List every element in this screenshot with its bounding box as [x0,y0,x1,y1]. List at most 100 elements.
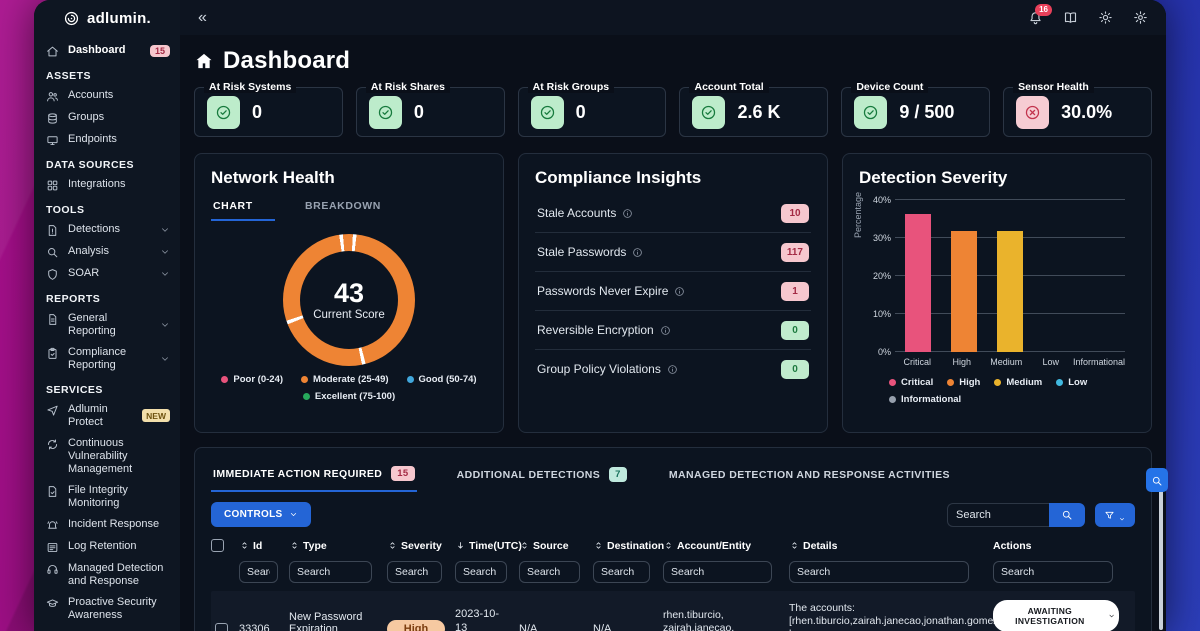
compliance-row-stale-accounts[interactable]: Stale Accounts 10 [535,194,811,233]
column-header-time-utc[interactable]: Time(UTC) [455,540,511,552]
legend-item-critical: Critical [889,377,933,388]
network-health-legend: Poor (0-24)Moderate (25-49)Good (50-74)E… [211,374,487,402]
main-area: « 16 [180,0,1166,631]
x-circle-icon [1016,96,1049,129]
sidebar-item-analysis[interactable]: Analysis [34,241,180,263]
sidebar-item-proactive-security-awareness[interactable]: Proactive Security Awareness [34,592,180,626]
select-all-checkbox[interactable] [211,539,224,552]
cell-details: The accounts: [rhen.tiburcio,zairah.jane… [789,602,985,631]
bars-container [895,200,1125,352]
table-search-group [947,503,1135,527]
tab-additional-detections[interactable]: ADDITIONAL DETECTIONS 7 [455,458,629,492]
knowledge-book-icon[interactable] [1063,10,1078,25]
sidebar-collapse-button[interactable]: « [198,10,207,26]
column-header-details[interactable]: Details [789,540,985,552]
sidebar-item-soar[interactable]: SOAR [34,263,180,285]
column-header-account-entity[interactable]: Account/Entity [663,540,781,552]
legend-dot [303,393,310,400]
column-filter-source[interactable] [519,561,580,583]
sort-icon [387,540,398,551]
table-row: 33306New Password Expiration ViolationHi… [211,591,1135,631]
gradcap-icon [46,597,59,610]
tab-managed-detection-and-response-activities[interactable]: MANAGED DETECTION AND RESPONSE ACTIVITIE… [667,458,952,492]
column-filter-details[interactable] [789,561,969,583]
column-label: Id [253,540,262,552]
current-score-label: Current Score [313,309,385,321]
column-filter-time-utc[interactable] [455,561,507,583]
detections-panel: IMMEDIATE ACTION REQUIRED 15 ADDITIONAL D… [194,447,1152,631]
sidebar-item-endpoints[interactable]: Endpoints [34,129,180,151]
sidebar-nav: Dashboard15ASSETSAccountsGroupsEndpoints… [34,36,180,631]
network-health-title: Network Health [211,168,487,188]
sidebar-item-progressive-penetration-testing[interactable]: Progressive Penetration Testing [34,626,180,631]
sidebar-item-managed-detection-and-response[interactable]: Managed Detection and Response [34,558,180,592]
column-header-id[interactable]: Id [239,540,281,552]
column-filter-destination[interactable] [593,561,650,583]
column-filter-id[interactable] [239,561,278,583]
settings-gear-icon[interactable] [1133,10,1148,25]
check-circle-icon [692,96,725,129]
sidebar-item-log-retention[interactable]: Log Retention [34,536,180,558]
column-header-source[interactable]: Source [519,540,585,552]
stat-card-at-risk-systems: At Risk Systems0 [194,87,343,137]
column-label: Destination [607,540,664,552]
sort-icon [593,540,604,551]
stat-card-label: Device Count [851,81,928,93]
compliance-row-stale-passwords[interactable]: Stale Passwords 117 [535,233,811,272]
sidebar-item-adlumin-protect[interactable]: Adlumin ProtectNEW [34,399,180,433]
sidebar-item-accounts[interactable]: Accounts [34,85,180,107]
home-icon [194,51,214,71]
scrollbar-thumb[interactable] [1159,472,1163,630]
cell-account-entity: rhen.tiburcio, zairah.janecao, jonathan.… [663,609,781,631]
theme-sun-icon[interactable] [1098,10,1113,25]
stat-card-value: 0 [576,102,586,123]
sidebar-item-file-integrity-monitoring[interactable]: File Integrity Monitoring [34,480,180,514]
x-tick-label: Medium [984,357,1029,367]
search-button[interactable] [1049,503,1085,527]
sidebar-item-compliance-reporting[interactable]: Compliance Reporting [34,342,180,376]
tab-breakdown[interactable]: BREAKDOWN [303,194,383,221]
sidebar-item-dashboard[interactable]: Dashboard15 [34,40,180,62]
column-header-severity[interactable]: Severity [387,540,447,552]
row-checkbox[interactable] [215,623,228,631]
search-input[interactable] [947,503,1049,527]
sidebar-item-groups[interactable]: Groups [34,107,180,129]
legend-dot [889,396,896,403]
tab-chart[interactable]: CHART [211,194,275,221]
brand-logo[interactable]: adlumin. [34,0,180,36]
column-filter-actions[interactable] [993,561,1113,583]
column-filter-severity[interactable] [387,561,442,583]
column-label: Severity [401,540,442,552]
sidebar-item-badge: 15 [150,45,170,58]
column-header-type[interactable]: Type [289,540,379,552]
sidebar-item-continuous-vulnerability-management[interactable]: Continuous Vulnerability Management [34,433,180,480]
info-icon [622,208,633,219]
floating-search-widget[interactable] [1146,468,1168,492]
compliance-row-reversible-encryption[interactable]: Reversible Encryption 0 [535,311,811,350]
sidebar-item-detections[interactable]: Detections [34,219,180,241]
sidebar-item-incident-response[interactable]: Incident Response [34,514,180,536]
bar-slot-low [1033,200,1079,352]
compliance-row-group-policy-violations[interactable]: Group Policy Violations 0 [535,350,811,388]
legend-dot [947,379,954,386]
desktop-background: adlumin. Dashboard15ASSETSAccountsGroups… [0,0,1200,631]
current-score-value: 43 [334,279,364,307]
status-dropdown-button[interactable]: AWAITING INVESTIGATION [993,600,1119,631]
y-tick-label: 10% [867,309,891,319]
tab-immediate-action-required[interactable]: IMMEDIATE ACTION REQUIRED 15 [211,458,417,492]
filter-dropdown-button[interactable] [1095,503,1135,527]
compliance-row-passwords-never-expire[interactable]: Passwords Never Expire 1 [535,272,811,311]
compliance-count-badge: 117 [781,243,809,262]
chevron-down-icon [1118,511,1126,519]
column-filter-account-entity[interactable] [663,561,772,583]
y-tick-label: 0% [867,347,891,357]
notifications-bell-icon[interactable]: 16 [1028,10,1043,25]
layers-icon [46,112,59,125]
sidebar-item-general-reporting[interactable]: General Reporting [34,308,180,342]
column-header-destination[interactable]: Destination [593,540,655,552]
clipboard-icon [46,347,59,360]
sidebar-item-label: Log Retention [68,540,170,553]
column-filter-type[interactable] [289,561,372,583]
sidebar-item-integrations[interactable]: Integrations [34,174,180,196]
controls-button[interactable]: CONTROLS [211,502,311,527]
